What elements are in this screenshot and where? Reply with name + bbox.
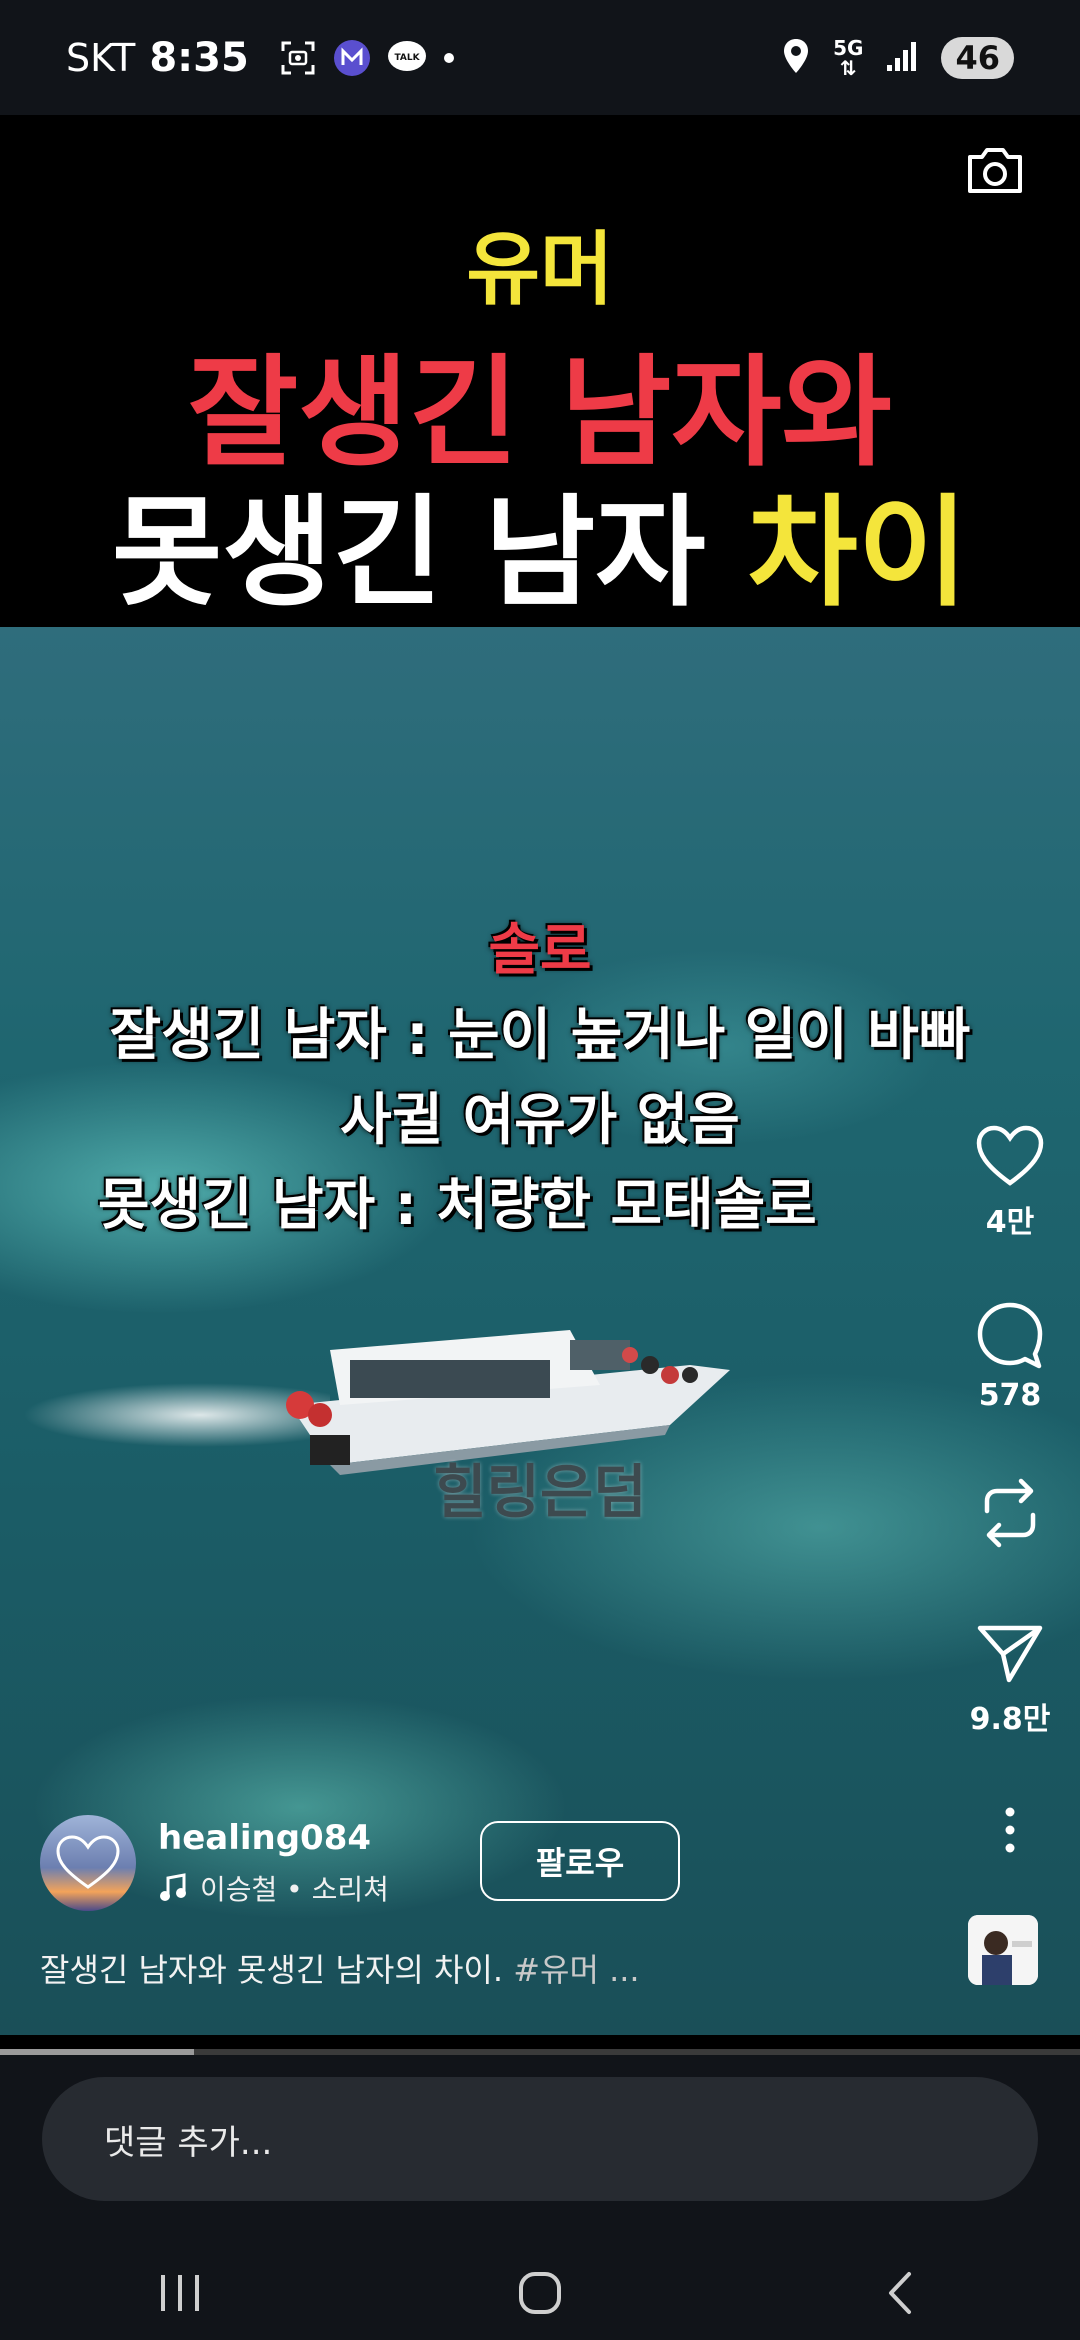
kakaotalk-icon: TALK [387, 40, 427, 76]
network-label: 5G [833, 35, 864, 60]
audio-cover-image [968, 1915, 1038, 1985]
video-title-band: 유머 잘생긴 남자와 못생긴 남자 차이 [0, 115, 1080, 627]
overlay-line2: 사귈 여유가 없음 [340, 1088, 740, 1153]
action-rail: 4만 578 9.8만 [940, 115, 1080, 2035]
caption-hashtag[interactable]: #유머 ... [513, 1951, 639, 1989]
remix-button[interactable] [940, 1475, 1080, 1551]
heart-icon [976, 1125, 1044, 1186]
location-icon [781, 37, 811, 79]
post-author-row: healing084 이승철 • 소리쳐 팔로우 [40, 1813, 940, 1913]
caption-text: 잘생긴 남자와 못생긴 남자의 차이. [40, 1951, 504, 1989]
comment-button[interactable]: 578 [940, 1300, 1080, 1413]
music-label: 이승철 • 소리쳐 [200, 1873, 389, 1906]
comment-icon [977, 1302, 1043, 1369]
repost-icon [984, 1478, 1036, 1548]
system-nav-bar [0, 2245, 1080, 2340]
signal-icon [885, 39, 919, 77]
recent-apps-button[interactable] [120, 2253, 240, 2333]
watermark: 힐링은덤 [433, 1458, 647, 1526]
share-button[interactable]: 9.8만 [940, 1620, 1080, 1738]
network-5g-icon: 5G ⇅ [833, 35, 864, 80]
battery-indicator: 46 [941, 36, 1014, 79]
back-button[interactable] [840, 2253, 960, 2333]
like-count: 4만 [985, 1205, 1035, 1240]
share-count: 9.8만 [969, 1702, 1051, 1737]
svg-text:TALK: TALK [394, 53, 420, 63]
bottom-bar: 댓글 추가... [0, 2055, 1080, 2340]
video-title-line3: 못생긴 남자 차이 [0, 455, 1080, 629]
overlay-heading: 솔로 [488, 918, 592, 983]
like-button[interactable]: 4만 [940, 1125, 1080, 1241]
video-title-line3-main: 못생긴 남자 [111, 484, 706, 623]
comment-count: 578 [978, 1378, 1042, 1413]
home-button[interactable] [480, 2253, 600, 2333]
clock: 8:35 [149, 34, 249, 81]
messenger-app-icon [333, 39, 371, 77]
send-icon [977, 1625, 1043, 1683]
notification-dot-icon [443, 52, 455, 64]
recent-apps-icon [161, 2274, 199, 2311]
author-info: healing084 이승철 • 소리쳐 [158, 1818, 389, 1908]
heart-logo-icon [56, 1835, 120, 1889]
audio-thumbnail[interactable] [968, 1915, 1038, 1985]
overlay-line1: 잘생긴 남자 : 눈이 높거나 일이 바빠 [109, 1003, 971, 1068]
comment-placeholder: 댓글 추가... [104, 2122, 273, 2163]
carrier-label: SKT [66, 35, 136, 80]
video-title-line3-accent: 차이 [747, 484, 969, 623]
screenshot-icon [279, 39, 317, 77]
status-bar: SKT 8:35 TALK 5G ⇅ 46 [0, 0, 1080, 115]
username[interactable]: healing084 [158, 1818, 389, 1858]
comment-input[interactable]: 댓글 추가... [42, 2077, 1038, 2201]
video-player[interactable]: 유머 잘생긴 남자와 못생긴 남자 차이 솔로 잘생긴 남자 : 눈이 높거나 … [0, 115, 1080, 2035]
video-title-line1: 유머 [466, 223, 614, 316]
music-info[interactable]: 이승철 • 소리쳐 [158, 1868, 389, 1908]
more-vertical-icon [1005, 1807, 1015, 1853]
overlay-line3: 못생긴 남자 : 처량한 모태솔로 [98, 1173, 817, 1238]
avatar[interactable] [40, 1815, 136, 1911]
follow-button[interactable]: 팔로우 [480, 1821, 680, 1901]
back-icon [889, 2271, 911, 2314]
post-caption[interactable]: 잘생긴 남자와 못생긴 남자의 차이. #유머 ... [40, 1945, 640, 1991]
music-note-icon [160, 1873, 186, 1901]
more-options-button[interactable] [940, 1805, 1080, 1855]
home-icon [519, 2271, 561, 2314]
